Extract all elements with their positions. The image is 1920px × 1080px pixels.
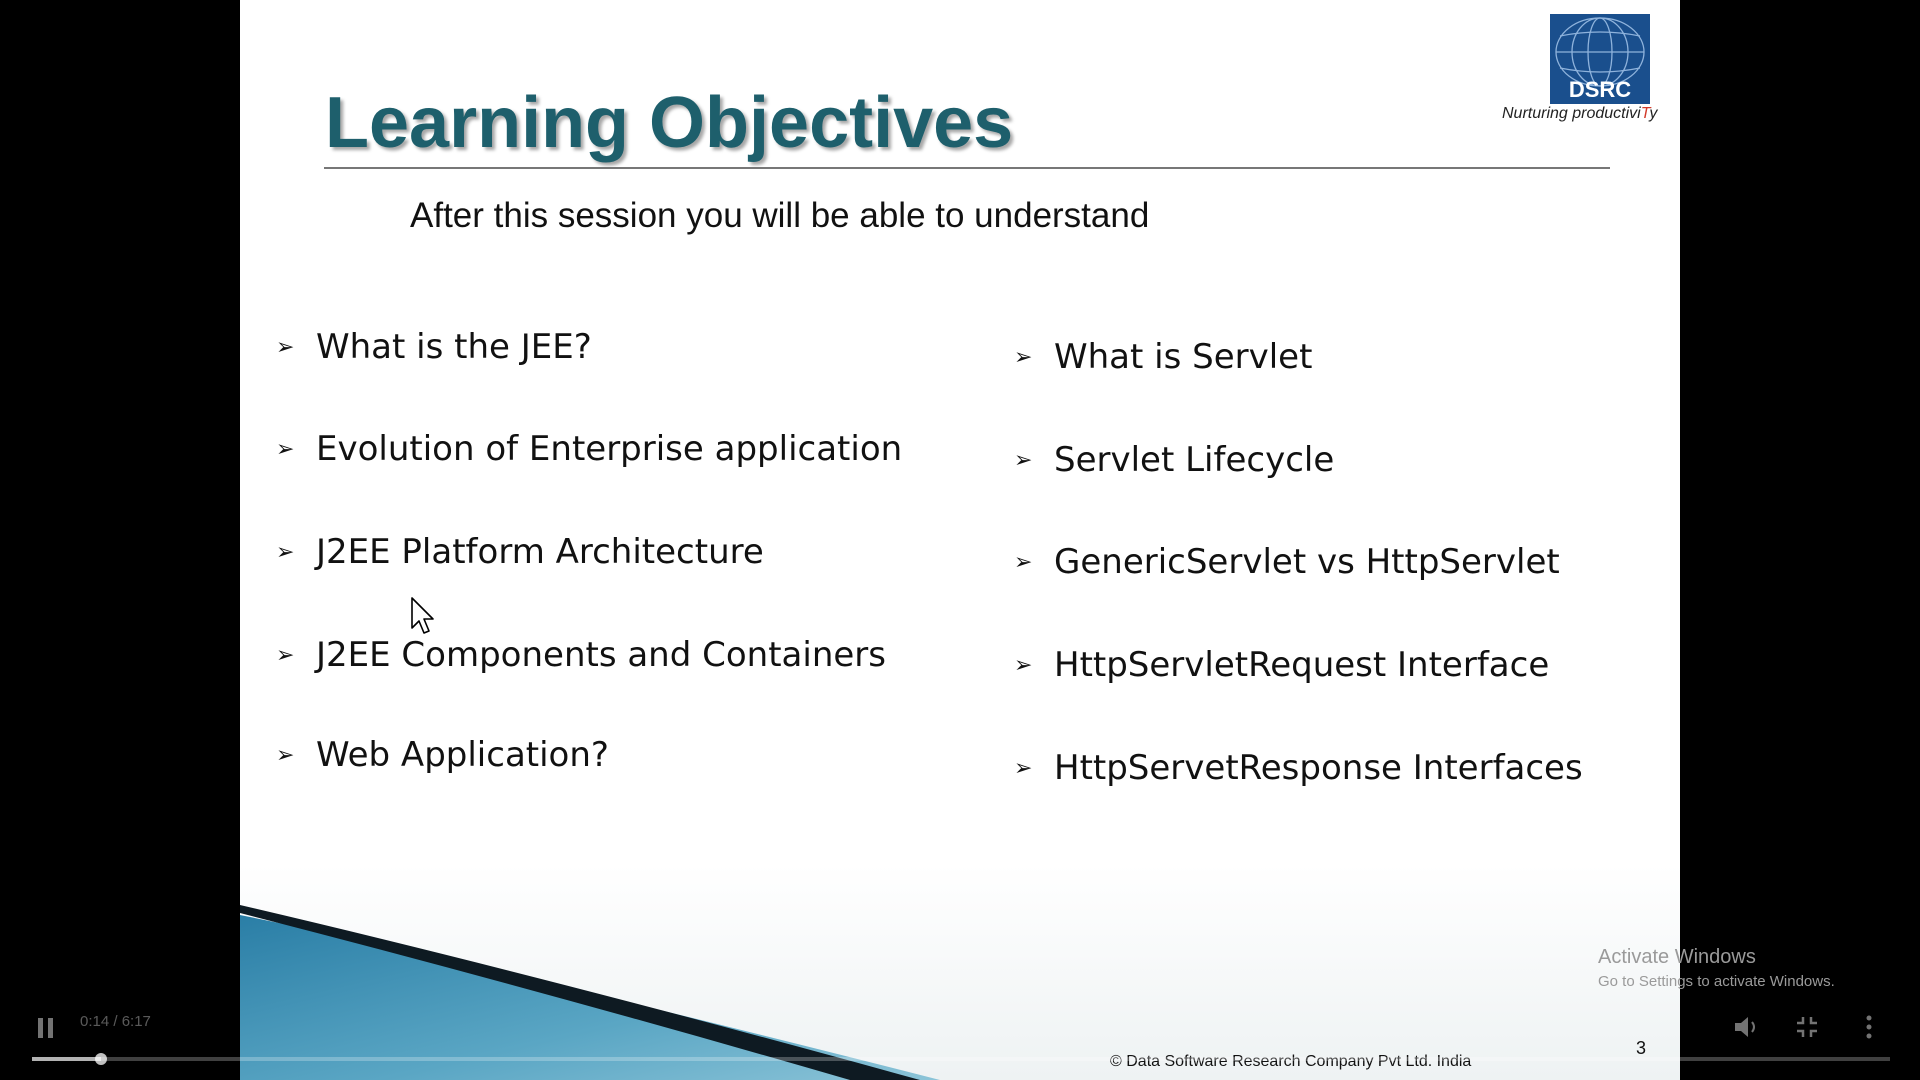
objective-item: ➢ HttpServetResponse Interfaces [1014, 748, 1583, 788]
objective-item: ➢ Servlet Lifecycle [1014, 440, 1334, 480]
bullet-arrow-icon: ➢ [276, 742, 295, 768]
activate-windows-watermark: Activate Windows Go to Settings to activ… [1598, 946, 1835, 990]
fullscreen-exit-icon[interactable] [1795, 1015, 1819, 1039]
logo-tagline: Nurturing productiviTy [1502, 105, 1658, 122]
objective-label: Web Application? [316, 735, 609, 775]
objective-item: ➢ HttpServletRequest Interface [1014, 645, 1549, 685]
objective-label: What is Servlet [1054, 337, 1313, 377]
slide: Learning Objectives After this session y… [240, 0, 1680, 1080]
slide-subtitle: After this session you will be able to u… [410, 196, 1150, 235]
logo-text: DSRC [1568, 77, 1632, 102]
objective-label: J2EE Components and Containers [316, 635, 886, 675]
title-divider [324, 167, 1610, 169]
player-controls: 0:14 / 6:17 [0, 1005, 1920, 1080]
more-icon[interactable] [1865, 1015, 1873, 1039]
bullet-arrow-icon: ➢ [276, 334, 295, 360]
video-player[interactable]: Learning Objectives After this session y… [0, 0, 1920, 1080]
bullet-arrow-icon: ➢ [1014, 755, 1033, 781]
bullet-arrow-icon: ➢ [1014, 549, 1033, 575]
objective-label: HttpServetResponse Interfaces [1054, 748, 1583, 788]
objective-item: ➢ GenericServlet vs HttpServlet [1014, 542, 1560, 582]
objective-item: ➢ Web Application? [276, 735, 609, 775]
objective-item: ➢ What is the JEE? [276, 327, 592, 367]
bullet-arrow-icon: ➢ [276, 436, 295, 462]
globe-icon: DSRC [1550, 14, 1650, 104]
pause-icon[interactable] [36, 1017, 56, 1039]
objective-item: ➢ Evolution of Enterprise application [276, 429, 902, 469]
bullet-arrow-icon: ➢ [1014, 447, 1033, 473]
bullet-arrow-icon: ➢ [276, 642, 295, 668]
time-display: 0:14 / 6:17 [80, 1013, 151, 1030]
bullet-arrow-icon: ➢ [1014, 652, 1033, 678]
objective-item: ➢ What is Servlet [1014, 337, 1312, 377]
objective-label: HttpServletRequest Interface [1054, 645, 1550, 685]
slide-title: Learning Objectives [325, 83, 1014, 163]
objective-item: ➢ J2EE Components and Containers [276, 635, 886, 675]
progress-bar[interactable] [32, 1053, 1890, 1065]
objective-label: What is the JEE? [316, 327, 592, 367]
progress-thumb[interactable] [94, 1053, 107, 1065]
dsrc-logo: DSRC Nurturing productiviTy [1502, 14, 1680, 129]
volume-icon[interactable] [1733, 1015, 1761, 1039]
bullet-arrow-icon: ➢ [276, 539, 295, 565]
progress-fill [32, 1057, 101, 1061]
watermark-subtitle: Go to Settings to activate Windows. [1598, 973, 1835, 990]
objective-label: GenericServlet vs HttpServlet [1054, 542, 1560, 582]
objective-item: ➢ J2EE Platform Architecture [276, 532, 764, 572]
objective-label: Servlet Lifecycle [1054, 440, 1335, 480]
objective-label: Evolution of Enterprise application [316, 429, 903, 469]
watermark-title: Activate Windows [1598, 946, 1756, 968]
bullet-arrow-icon: ➢ [1014, 344, 1033, 370]
objective-label: J2EE Platform Architecture [316, 532, 764, 572]
mouse-cursor-icon [411, 597, 434, 634]
